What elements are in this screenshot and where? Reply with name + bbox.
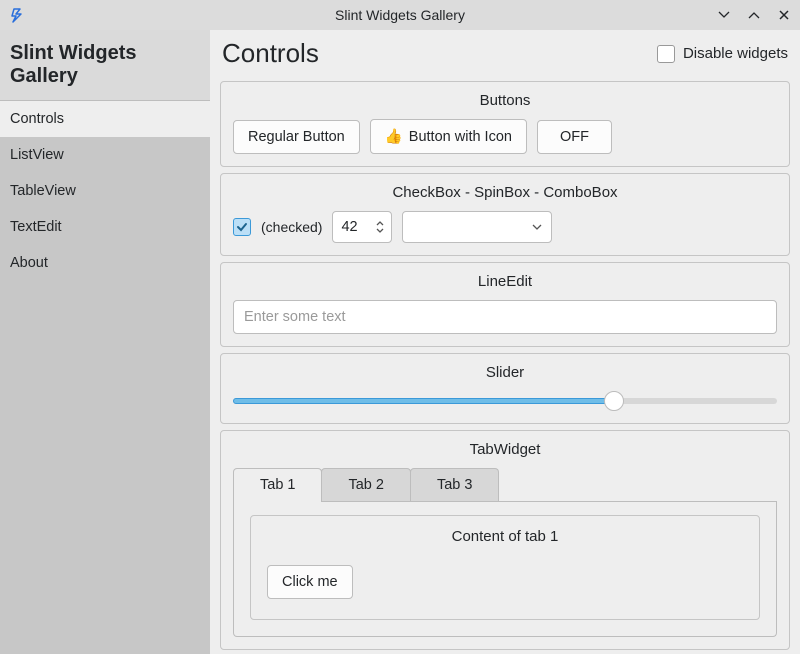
close-button[interactable] xyxy=(776,7,792,23)
tab-content-inner: Content of tab 1 Click me xyxy=(250,515,760,620)
tab-2[interactable]: Tab 2 xyxy=(321,468,410,501)
thumbs-up-icon: 👍 xyxy=(385,128,403,145)
click-me-button[interactable]: Click me xyxy=(267,565,353,599)
lineedit-panel: LineEdit xyxy=(220,262,790,347)
sidebar-item-textedit[interactable]: TextEdit xyxy=(0,209,210,245)
window-controls xyxy=(716,7,792,23)
checkbox-spinbox-combobox-panel: CheckBox - SpinBox - ComboBox (checked) xyxy=(220,173,790,256)
app-body: Slint Widgets Gallery Controls ListView … xyxy=(0,30,800,654)
sidebar: Slint Widgets Gallery Controls ListView … xyxy=(0,30,210,654)
app-icon xyxy=(8,6,26,24)
tabwidget-panel-title: TabWidget xyxy=(233,441,777,458)
sidebar-title: Slint Widgets Gallery xyxy=(0,30,210,101)
checked-checkbox[interactable] xyxy=(233,218,251,236)
slider-fill xyxy=(233,398,614,404)
titlebar: Slint Widgets Gallery xyxy=(0,0,800,30)
main-content: Controls Disable widgets Buttons Regular… xyxy=(210,30,800,654)
maximize-button[interactable] xyxy=(746,7,762,23)
window-title: Slint Widgets Gallery xyxy=(0,7,800,23)
disable-widgets-label: Disable widgets xyxy=(683,45,788,62)
minimize-button[interactable] xyxy=(716,7,732,23)
buttons-panel-title: Buttons xyxy=(233,92,777,109)
slider[interactable] xyxy=(233,391,777,411)
csc-panel-title: CheckBox - SpinBox - ComboBox xyxy=(233,184,777,201)
tab-content-title: Content of tab 1 xyxy=(267,528,743,545)
chevron-down-icon xyxy=(531,221,543,233)
slider-thumb[interactable] xyxy=(604,391,624,411)
chevron-up-icon[interactable] xyxy=(375,219,385,227)
lineedit-input[interactable] xyxy=(233,300,777,334)
buttons-panel: Buttons Regular Button 👍 Button with Ico… xyxy=(220,81,790,167)
spinbox[interactable] xyxy=(332,211,392,243)
button-with-icon-label: Button with Icon xyxy=(409,129,512,145)
off-button[interactable]: OFF xyxy=(537,120,612,154)
sidebar-item-controls[interactable]: Controls xyxy=(0,101,210,137)
tabbar: Tab 1 Tab 2 Tab 3 xyxy=(233,468,777,502)
tab-content: Content of tab 1 Click me xyxy=(233,501,777,637)
slider-panel-title: Slider xyxy=(233,364,777,381)
checked-checkbox-label: (checked) xyxy=(261,219,322,235)
spinbox-input[interactable] xyxy=(333,212,375,242)
combobox[interactable] xyxy=(402,211,552,243)
button-with-icon[interactable]: 👍 Button with Icon xyxy=(370,119,527,154)
page-title: Controls xyxy=(222,38,319,69)
regular-button[interactable]: Regular Button xyxy=(233,120,360,154)
spinbox-arrows[interactable] xyxy=(375,212,391,242)
tab-1[interactable]: Tab 1 xyxy=(233,468,322,501)
sidebar-item-about[interactable]: About xyxy=(0,245,210,281)
tabwidget-panel: TabWidget Tab 1 Tab 2 Tab 3 Content of t… xyxy=(220,430,790,650)
slider-panel: Slider xyxy=(220,353,790,424)
lineedit-panel-title: LineEdit xyxy=(233,273,777,290)
sidebar-item-tableview[interactable]: TableView xyxy=(0,173,210,209)
main-header: Controls Disable widgets xyxy=(210,30,800,75)
disable-widgets-checkbox[interactable] xyxy=(657,45,675,63)
chevron-down-icon[interactable] xyxy=(375,227,385,235)
disable-widgets-row: Disable widgets xyxy=(657,45,788,63)
sidebar-item-listview[interactable]: ListView xyxy=(0,137,210,173)
tab-3[interactable]: Tab 3 xyxy=(410,468,499,501)
